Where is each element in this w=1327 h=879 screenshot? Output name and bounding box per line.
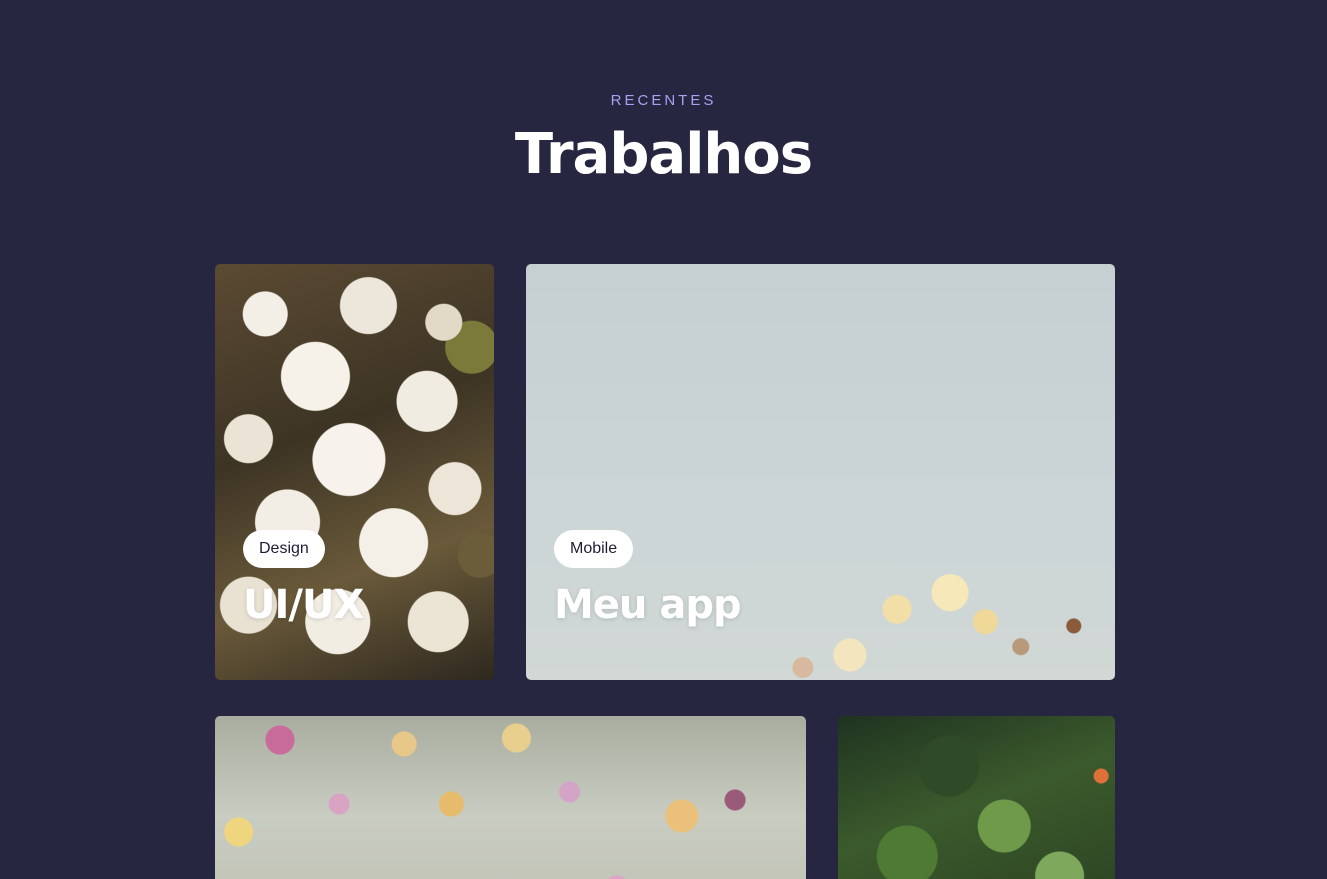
project-card-3[interactable] — [215, 716, 806, 879]
project-image — [838, 716, 1115, 879]
project-card-4[interactable] — [838, 716, 1115, 879]
project-image — [215, 716, 806, 879]
section-title: Trabalhos — [514, 122, 813, 187]
project-tag: Mobile — [554, 530, 634, 568]
project-title: Meu app — [554, 582, 742, 628]
section-eyebrow: RECENTES — [610, 92, 717, 109]
project-title: UI/UX — [243, 582, 364, 628]
project-card-meu-app[interactable]: Mobile Meu app — [526, 264, 1115, 680]
works-section: RECENTES Trabalhos Design UI/UX Mobile M… — [0, 0, 1327, 879]
project-tag: Design — [243, 530, 325, 568]
project-card-uiux[interactable]: Design UI/UX — [215, 264, 494, 680]
